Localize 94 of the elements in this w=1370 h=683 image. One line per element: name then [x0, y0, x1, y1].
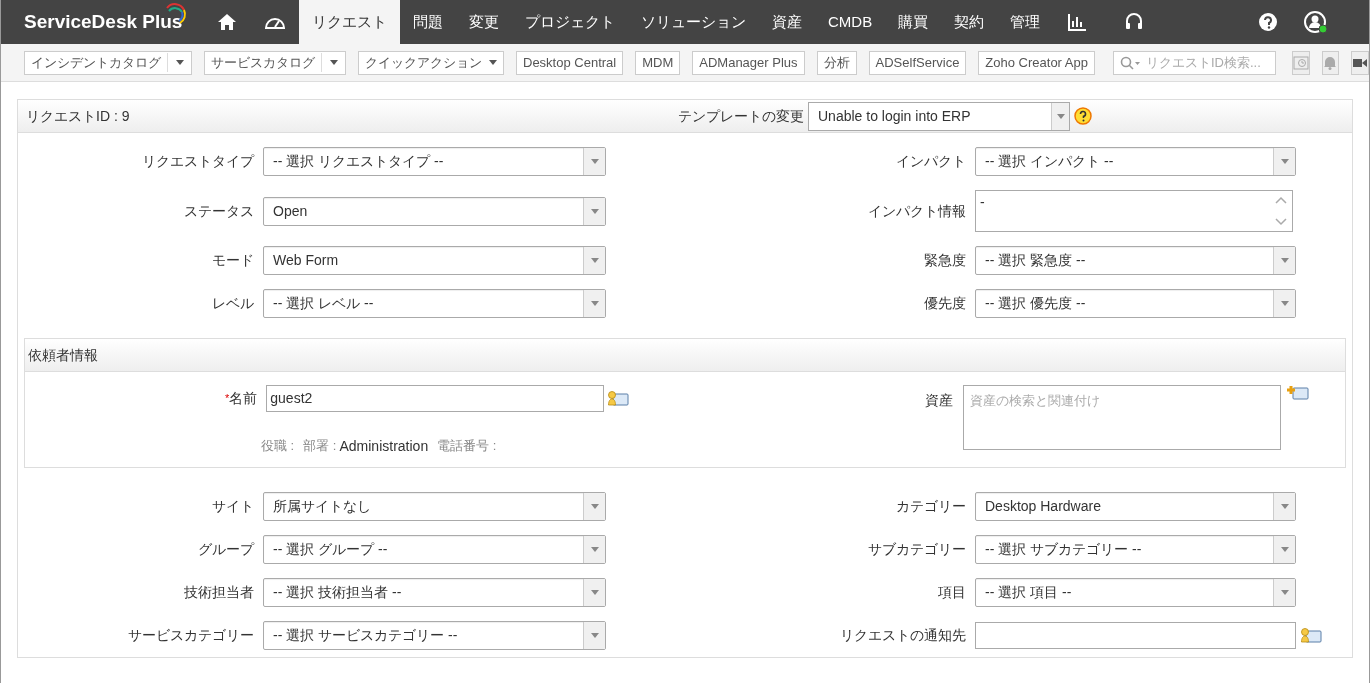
dropdown[interactable]: Desktop Hardware [975, 492, 1296, 521]
user-icon[interactable] [1303, 10, 1329, 34]
text-area[interactable]: - [975, 190, 1293, 232]
scroll-arrows-icon [1273, 194, 1289, 228]
name-field[interactable]: guest2 [266, 385, 605, 412]
input-field[interactable] [975, 622, 1296, 649]
video-button[interactable] [1351, 50, 1369, 75]
requester-detail: 電話番号 : [437, 437, 497, 455]
field-label: リクエストの通知先 [839, 626, 966, 645]
caret-icon [1280, 504, 1289, 509]
caret-icon [590, 301, 599, 306]
nav-tab[interactable]: 変更 [456, 0, 512, 44]
caret-icon [1280, 590, 1289, 595]
caret-icon [1280, 258, 1289, 263]
dropdown[interactable]: Web Form [263, 246, 606, 275]
headset-icon[interactable] [1124, 12, 1145, 32]
nav-tab[interactable]: 契約 [941, 0, 998, 44]
required-mark: * [225, 391, 230, 407]
caret-icon [590, 208, 599, 214]
toolbar-button[interactable]: 分析 [816, 50, 857, 75]
field-label: サイト [211, 497, 254, 516]
requester-detail: 役職 : [261, 437, 295, 455]
bell-icon [1323, 55, 1338, 70]
field-label: グループ [197, 540, 254, 559]
field-label: 技術担当者 [183, 583, 254, 602]
nav-tab[interactable]: プロジェクト [512, 0, 628, 44]
dropdown[interactable]: -- 選択 レベル -- [263, 289, 606, 318]
video-camera-icon [1353, 57, 1368, 68]
field-label: サービスカテゴリー [127, 626, 254, 645]
dropdown[interactable]: -- 選択 リクエストタイプ -- [263, 147, 606, 176]
dropdown[interactable]: -- 選択 グループ -- [263, 535, 606, 564]
caret-icon [590, 633, 599, 638]
bar-chart-icon[interactable] [1067, 13, 1088, 31]
field-label: インパクト情報 [867, 201, 966, 221]
catalog-button[interactable]: サービスカタログ [204, 50, 346, 75]
field-label: インパクト [895, 152, 966, 171]
caret-icon [1280, 159, 1289, 164]
dropdown[interactable]: -- 選択 インパクト -- [975, 147, 1296, 176]
clock-icon [1292, 54, 1309, 71]
toolbar-button[interactable]: ADSelfService [868, 50, 967, 75]
nav-tab[interactable]: 資産 [759, 0, 815, 44]
dropdown[interactable]: -- 選択 技術担当者 -- [263, 578, 606, 607]
section-title: 依頼者情報 [28, 345, 98, 365]
dropdown[interactable]: -- 選択 サービスカテゴリー -- [263, 621, 606, 650]
field-label: 名前 [229, 389, 258, 408]
search-icon [1120, 55, 1142, 70]
toolbar-button[interactable]: Zoho Creator App [978, 50, 1095, 75]
toolbar-button[interactable]: Desktop Central [516, 50, 624, 75]
field-label: サブカテゴリー [867, 540, 966, 559]
nav-tab[interactable]: CMDB [815, 0, 886, 44]
catalog-button[interactable]: インシデントカタログ [24, 50, 192, 75]
field-label: カテゴリー [895, 497, 966, 516]
field-label: 緊急度 [923, 251, 966, 270]
caret-icon [590, 159, 599, 164]
field-label: 項目 [937, 583, 966, 602]
nav-tab[interactable]: 管理 [997, 0, 1054, 44]
field-label: リクエストタイプ [141, 152, 254, 171]
dropdown[interactable]: -- 選択 優先度 -- [975, 289, 1296, 318]
request-id: リクエストID : 9 [26, 106, 130, 126]
requester-detail: Administration [339, 437, 429, 456]
dropdown[interactable]: -- 選択 項目 -- [975, 578, 1296, 607]
caret-icon [175, 60, 184, 65]
template-dropdown[interactable]: Unable to login into ERP [808, 101, 1070, 131]
caret-icon [329, 60, 338, 65]
app-logo[interactable]: ServiceDesk Plus [24, 7, 183, 37]
caret-icon [1280, 547, 1289, 552]
requester-detail: 部署 : [303, 437, 337, 455]
home-icon[interactable] [217, 13, 237, 31]
help-icon[interactable] [1074, 107, 1092, 125]
toolbar-button[interactable]: ADManager Plus [692, 50, 805, 75]
nav-tab[interactable]: リクエスト [299, 0, 400, 44]
caret-icon [590, 590, 599, 595]
caret-icon [489, 60, 497, 65]
caret-icon [1056, 113, 1065, 119]
nav-tab[interactable]: 購買 [885, 0, 942, 44]
dropdown[interactable]: 所属サイトなし [263, 492, 606, 521]
quick-action-button[interactable]: クイックアクション [358, 50, 504, 75]
caret-icon [590, 547, 599, 552]
toolbar-button[interactable]: MDM [635, 50, 681, 75]
template-label: テンプレートの変更 [678, 106, 804, 126]
help-icon[interactable] [1258, 12, 1278, 32]
nav-tab[interactable]: ソリューション [628, 0, 759, 44]
nav-tab[interactable]: 問題 [400, 0, 456, 44]
dropdown[interactable]: -- 選択 サブカテゴリー -- [975, 535, 1296, 564]
dropdown[interactable]: Open [263, 196, 606, 226]
field-label: 優先度 [923, 294, 966, 313]
field-label: レベル [211, 294, 254, 313]
caret-icon [590, 258, 599, 263]
field-label: モード [211, 251, 254, 270]
field-label: 資産 [924, 391, 953, 410]
caret-icon [590, 504, 599, 509]
caret-icon [1280, 301, 1289, 306]
field-label: ステータス [183, 201, 254, 221]
dropdown[interactable]: -- 選択 緊急度 -- [975, 246, 1296, 275]
